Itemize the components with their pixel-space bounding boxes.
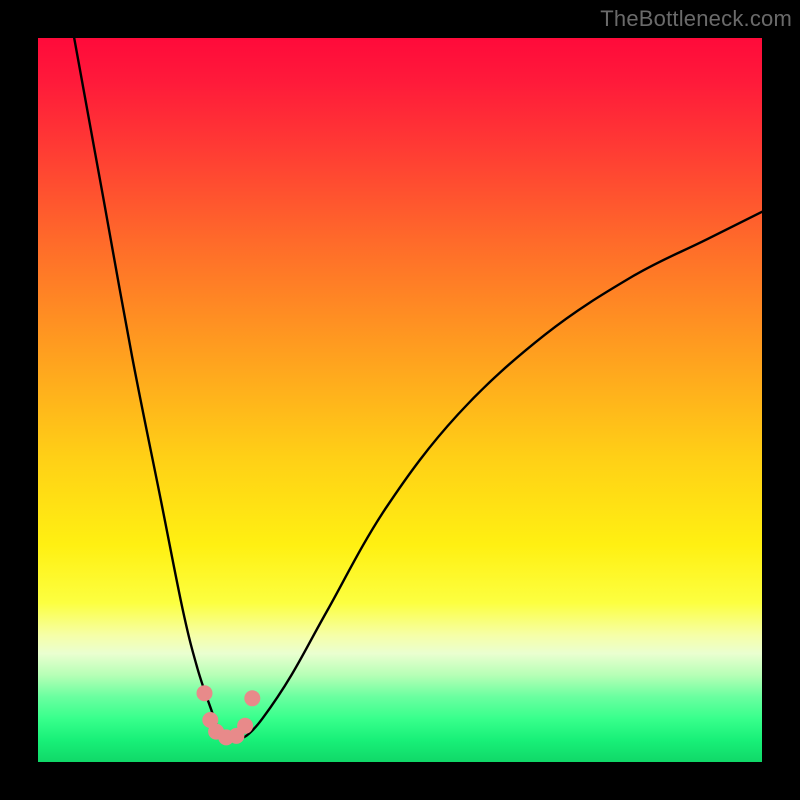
gradient-background <box>38 38 762 762</box>
chart-frame: TheBottleneck.com <box>0 0 800 800</box>
plot-area <box>38 38 762 762</box>
watermark-label: TheBottleneck.com <box>600 6 792 32</box>
